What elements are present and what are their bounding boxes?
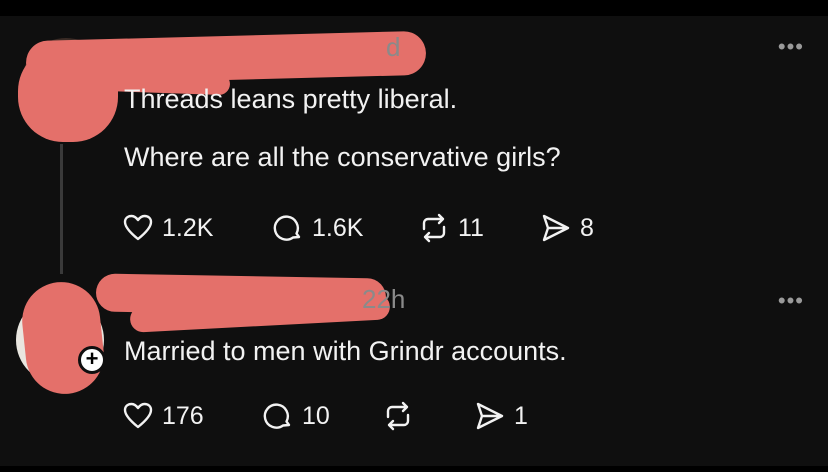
post-text-line: Married to men with Grindr accounts.: [124, 336, 567, 366]
post-text-line: Threads leans pretty liberal.: [124, 84, 458, 114]
share-count: 8: [580, 213, 594, 242]
share-button[interactable]: 8: [540, 208, 594, 248]
redaction-scribble: [18, 278, 108, 398]
post-timestamp: d: [386, 32, 401, 62]
like-count: 176: [162, 401, 204, 430]
ellipsis-icon[interactable]: •••: [778, 290, 804, 312]
send-icon: [476, 402, 504, 430]
heart-icon: [123, 214, 153, 241]
reply-button[interactable]: 1.6K: [272, 208, 363, 248]
post-timestamp: 22h: [362, 284, 406, 314]
like-button[interactable]: 176: [122, 396, 204, 436]
heart-icon: [123, 402, 153, 429]
redaction-scribble: [18, 46, 118, 142]
repost-button[interactable]: 11: [418, 208, 484, 248]
bottom-black-band: [0, 466, 828, 472]
comment-icon: [273, 215, 301, 241]
comment-icon: [263, 403, 291, 429]
reply-count: 10: [302, 401, 330, 430]
repost-button[interactable]: [382, 396, 422, 436]
follow-plus-icon[interactable]: +: [78, 346, 106, 374]
like-button[interactable]: 1.2K: [122, 208, 213, 248]
thread-connector-line: [60, 144, 63, 274]
repost-count: 11: [458, 213, 484, 242]
reply-button[interactable]: 10: [262, 396, 330, 436]
post-text-line: Where are all the conservative girls?: [124, 142, 561, 172]
repost-icon: [422, 213, 446, 243]
post-original: + d ••• Threads leans pretty liberal. Wh…: [0, 16, 828, 276]
like-count: 1.2K: [162, 213, 214, 242]
top-black-band: [0, 0, 828, 16]
post-reply: + 22h ••• Married to men with Grindr acc…: [0, 273, 828, 466]
share-count: 1: [514, 401, 528, 430]
share-button[interactable]: 1: [474, 396, 528, 436]
ellipsis-icon[interactable]: •••: [778, 36, 804, 58]
reply-count: 1.6K: [312, 213, 364, 242]
repost-icon: [386, 401, 410, 431]
send-icon: [542, 214, 570, 242]
